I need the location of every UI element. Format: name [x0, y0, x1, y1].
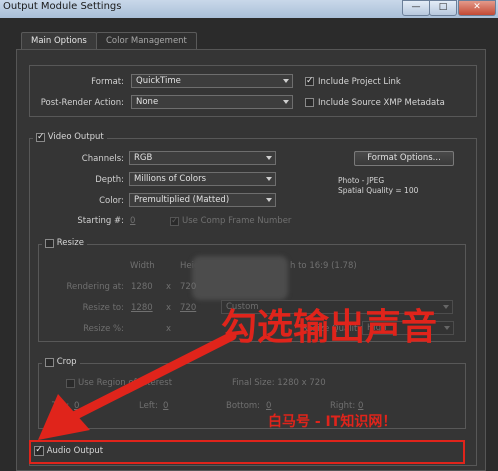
annotation-arrow: [29, 331, 465, 464]
arrow-head-icon: [38, 394, 90, 440]
arrow-shaft: [65, 331, 237, 423]
watermark-text: 白马号 - IT知识网！: [268, 414, 397, 430]
audio-highlight-box: [29, 440, 465, 464]
annotation-text: 勾选输出声音: [221, 307, 438, 348]
